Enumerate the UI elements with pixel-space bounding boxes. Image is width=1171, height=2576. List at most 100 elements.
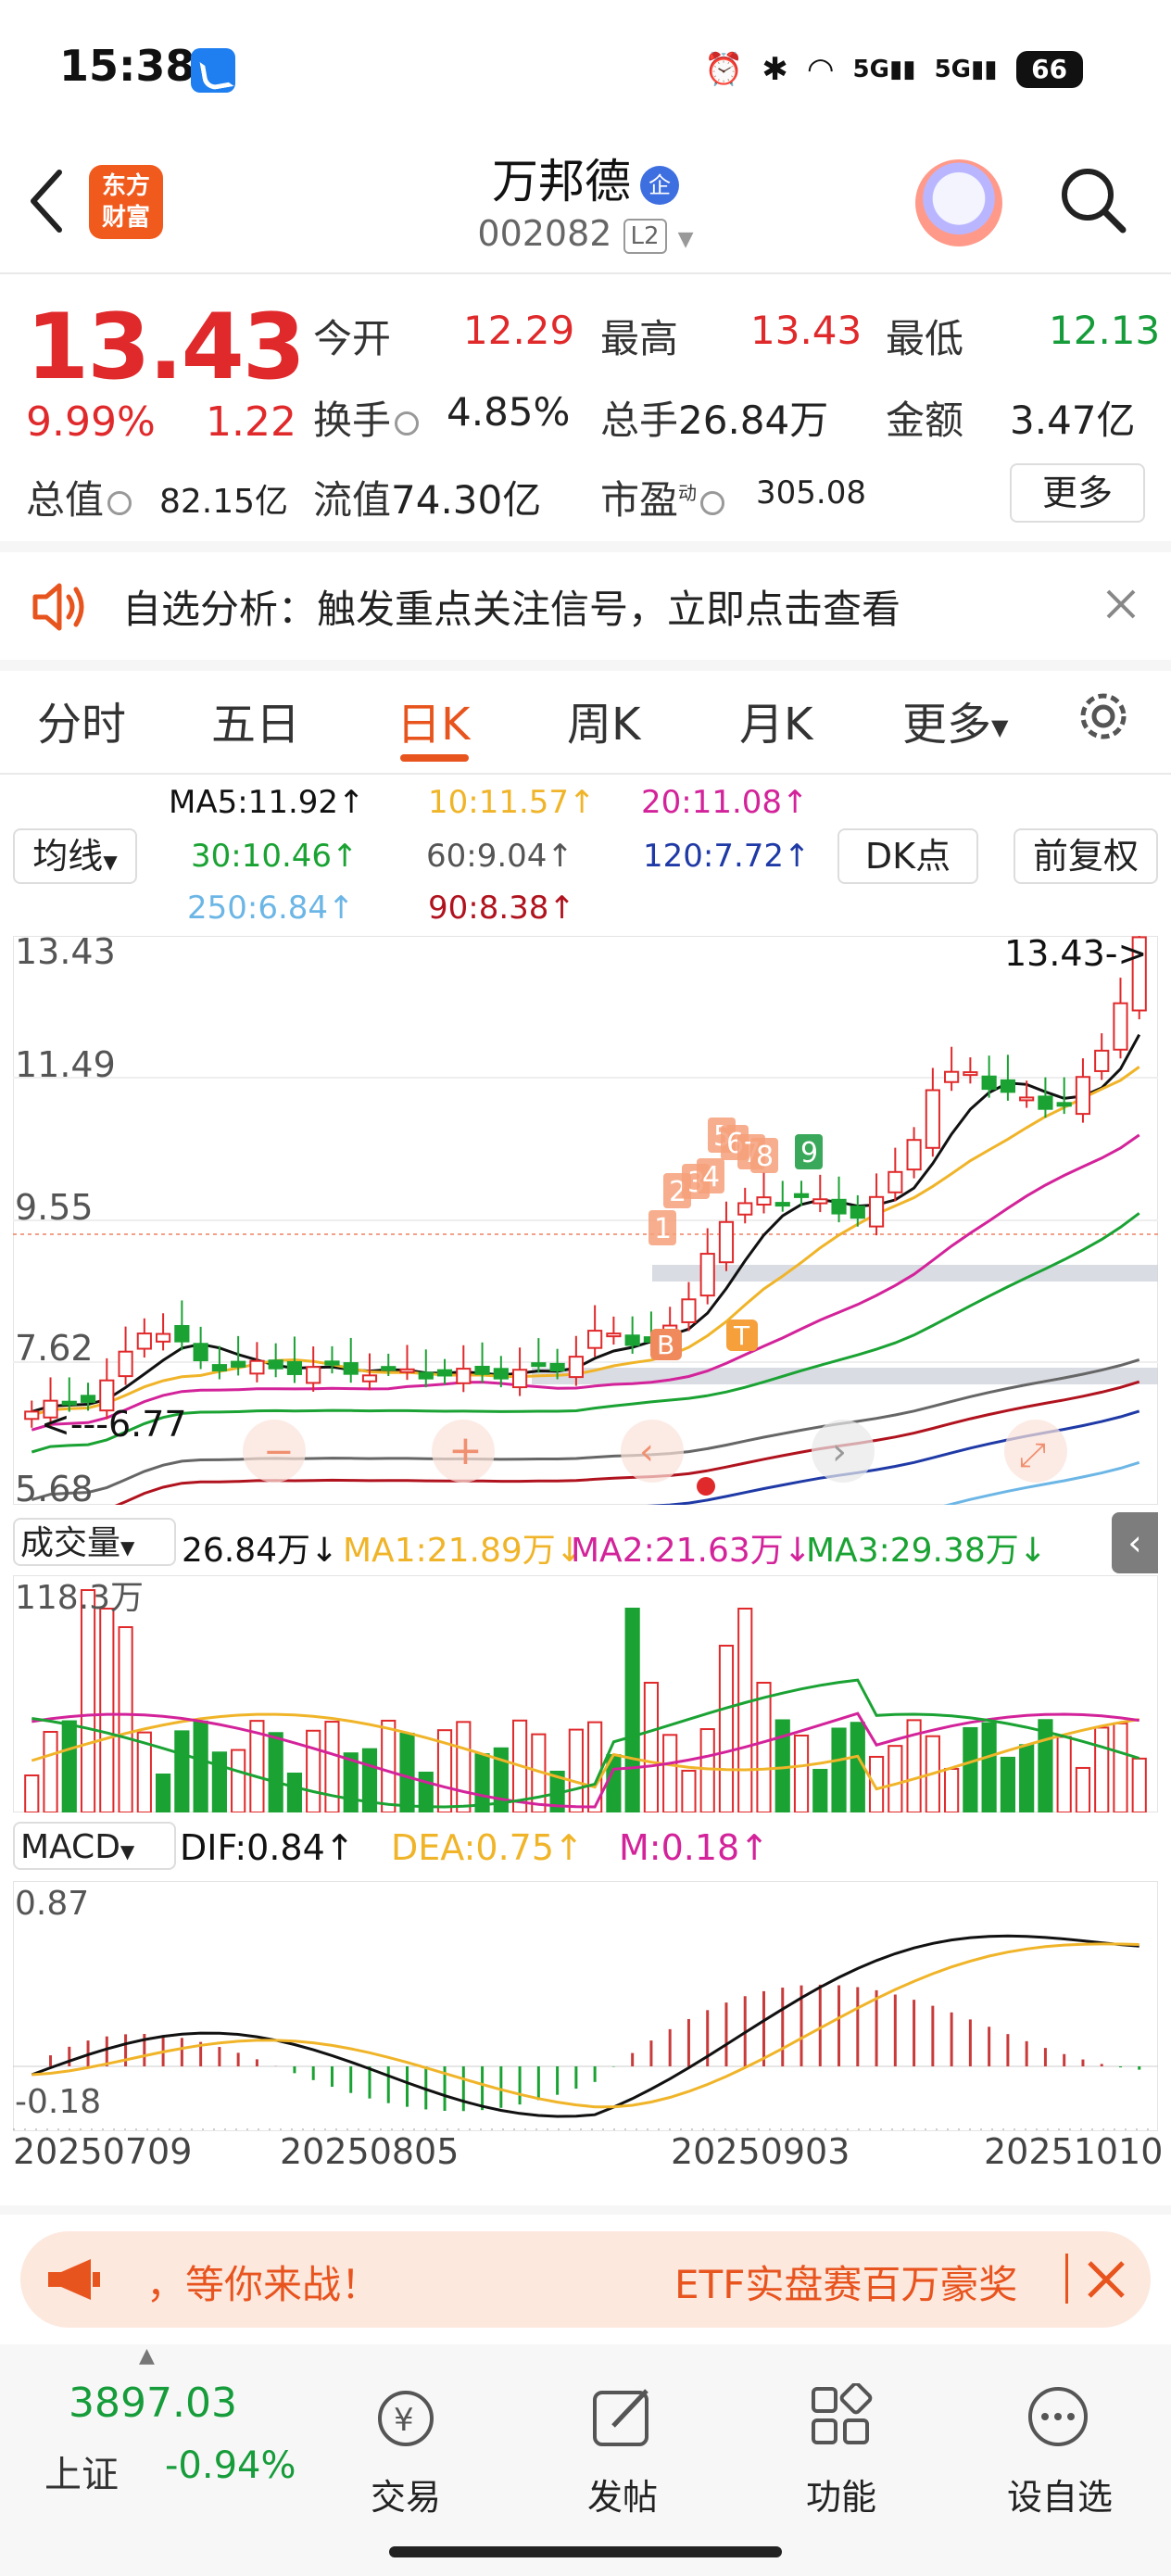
- signal-number: 4: [702, 1161, 720, 1193]
- scroll-left-glyph: ‹: [639, 1431, 654, 1473]
- nav-trade[interactable]: 交易: [313, 2469, 498, 2519]
- pe-label: 市盈动: [600, 469, 728, 525]
- close-icon[interactable]: [1104, 587, 1138, 621]
- ma120-label: 120:7.72↑: [643, 838, 811, 875]
- divider: [0, 773, 1171, 775]
- ma30-label: 30:10.46↑: [191, 838, 359, 875]
- high-marker: 13.43->: [1004, 936, 1147, 974]
- search-icon[interactable]: [1058, 165, 1128, 235]
- volume-bar: [944, 1767, 960, 1812]
- index-value[interactable]: 3897.03: [69, 2380, 237, 2427]
- tab-more[interactable]: 更多▼: [902, 688, 1008, 752]
- sell-marker: T: [733, 1320, 750, 1351]
- candle-body: [418, 1371, 434, 1380]
- volume-bar: [156, 1773, 171, 1812]
- volume-bar: [1113, 1722, 1128, 1812]
- candle-body: [888, 1170, 903, 1193]
- candle-body: [211, 1364, 227, 1371]
- tab-intraday[interactable]: 分时: [37, 688, 126, 752]
- candle-body: [399, 1368, 415, 1373]
- tab-daily-k[interactable]: 日K: [397, 688, 470, 752]
- level2-badge: L2: [623, 218, 667, 254]
- zoom-out-glyph: −: [263, 1431, 295, 1473]
- signal-number: 8: [756, 1141, 774, 1173]
- turnover-label: 换手: [313, 389, 422, 446]
- spacer: [0, 660, 1171, 671]
- volume-bar: [99, 1608, 115, 1812]
- nav-post[interactable]: 发帖: [530, 2469, 715, 2519]
- candle-body: [456, 1368, 472, 1384]
- banner-close-icon[interactable]: [1086, 2259, 1127, 2300]
- current-price: 13.43: [26, 295, 306, 400]
- candle-body: [436, 1369, 453, 1377]
- volume-bar: [737, 1608, 753, 1812]
- index-name: 上证: [44, 2454, 119, 2496]
- speaker-icon: [32, 583, 84, 631]
- nav-add-watchlist[interactable]: 设自选: [967, 2469, 1152, 2519]
- candle-body: [174, 1324, 190, 1343]
- price-axis-bottom: 5.68: [15, 1469, 94, 1505]
- volume-chart[interactable]: 118.3万: [13, 1575, 1158, 1812]
- adjust-button[interactable]: 前复权: [1014, 828, 1158, 884]
- mktcap-label: 总值: [26, 469, 135, 525]
- date-label-4: 20251010: [984, 2131, 1164, 2172]
- vol-ma1: MA1:21.89万↓: [343, 1532, 584, 1570]
- divider: [0, 272, 1171, 274]
- tab-weekly-k[interactable]: 周K: [567, 688, 640, 752]
- volume-bar: [812, 1768, 828, 1812]
- macd-dropdown[interactable]: MACD▼: [13, 1822, 176, 1870]
- scroll-right-glyph: ›: [832, 1431, 847, 1473]
- macd-chart[interactable]: 0.87 -0.18: [13, 1881, 1158, 2131]
- candle-body: [361, 1374, 378, 1383]
- candle-body: [343, 1362, 359, 1375]
- spacer: [0, 2205, 1171, 2215]
- volume-bar: [662, 1734, 678, 1812]
- expand-up-icon[interactable]: ▲: [139, 2344, 155, 2368]
- nav-functions[interactable]: 功能: [749, 2469, 934, 2519]
- settings-gear-icon[interactable]: [1075, 688, 1132, 745]
- candle-body: [737, 1202, 753, 1216]
- volume-dropdown[interactable]: 成交量▼: [13, 1518, 176, 1566]
- candle-body: [231, 1360, 246, 1368]
- candle-body: [156, 1332, 171, 1343]
- volume-current: 26.84万↓: [182, 1532, 339, 1570]
- current-dot: [697, 1477, 715, 1496]
- kline-chart[interactable]: 13.43 11.49 9.55 7.62 5.68 13.43-> <---6…: [13, 936, 1158, 1505]
- collapse-panel-icon[interactable]: ‹: [1112, 1512, 1158, 1573]
- candle-body: [493, 1368, 509, 1380]
- add-watchlist-icon[interactable]: [1025, 2383, 1091, 2450]
- macd-axis-bottom: -0.18: [15, 2083, 101, 2121]
- post-edit-icon[interactable]: [589, 2383, 656, 2450]
- candle-body: [699, 1253, 715, 1297]
- more-button[interactable]: 更多: [1010, 463, 1145, 523]
- signal-5g-icon-2: 5G▮▮: [934, 56, 998, 83]
- wifi-icon: ◠: [806, 51, 835, 88]
- tab-five-day[interactable]: 五日: [211, 688, 300, 752]
- functions-grid-icon[interactable]: [808, 2383, 875, 2450]
- megaphone-icon: [48, 2259, 100, 2300]
- assistant-robot-icon[interactable]: [915, 159, 1002, 246]
- buy-marker: B: [657, 1330, 674, 1360]
- promo-banner[interactable]: ，等你来战！ ETF实盘赛百万豪奖: [20, 2231, 1151, 2328]
- volume-bar: [699, 1728, 715, 1812]
- trade-yen-icon[interactable]: ¥: [371, 2385, 441, 2450]
- fullscreen-glyph: ⤢: [1019, 1436, 1046, 1474]
- tab-monthly-k[interactable]: 月K: [739, 688, 812, 752]
- volume-value: 26.84万: [678, 398, 829, 443]
- candle-body: [80, 1395, 96, 1403]
- low-marker: <---6.77: [41, 1404, 187, 1445]
- ma10-label: 10:11.57↑: [428, 784, 596, 821]
- volume-bar: [981, 1722, 997, 1812]
- volume-bar: [61, 1720, 77, 1812]
- dk-point-button[interactable]: DK点: [837, 828, 978, 884]
- volume-bar: [231, 1749, 246, 1812]
- notice-bar[interactable]: 自选分析：触发重点关注信号，立即点击查看: [0, 550, 1171, 662]
- volume-bar: [868, 1755, 885, 1812]
- volume-bar: [80, 1589, 96, 1812]
- candle-body: [286, 1361, 303, 1375]
- candle-body: [268, 1359, 283, 1370]
- low-label: 最低: [886, 316, 964, 361]
- candle-body: [193, 1343, 208, 1362]
- ma-dropdown[interactable]: 均线▼: [13, 828, 137, 884]
- candle-body: [812, 1198, 828, 1205]
